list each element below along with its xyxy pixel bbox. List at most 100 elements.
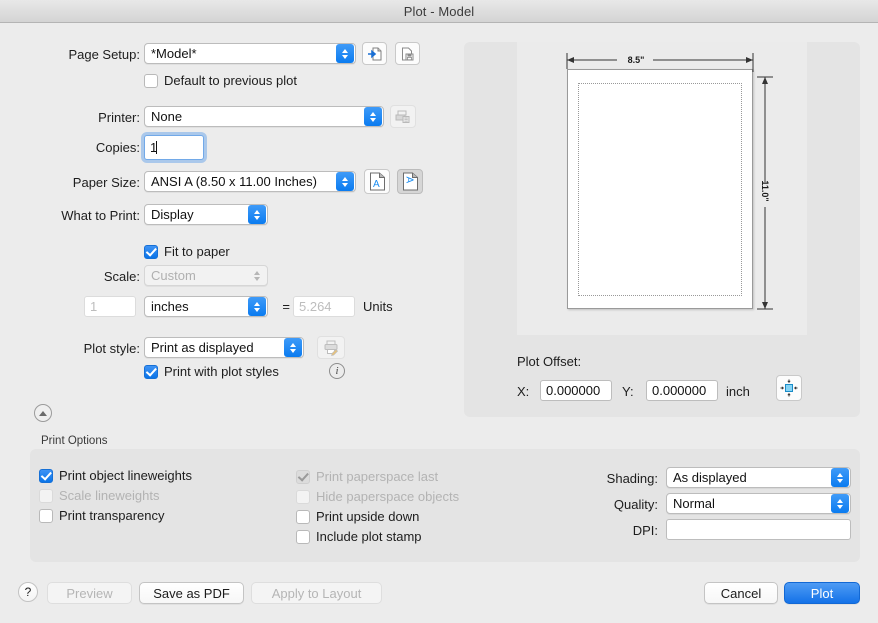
portrait-orientation-button[interactable]: A (364, 169, 390, 194)
paper-size-value: ANSI A (8.50 x 11.00 Inches) (151, 174, 317, 189)
quality-label: Quality: (613, 497, 658, 512)
chevron-updown-icon (336, 44, 354, 63)
cancel-button-label: Cancel (720, 585, 762, 601)
shading-select[interactable]: As displayed (666, 467, 851, 488)
checkbox-box (296, 489, 310, 504)
printer-setup-icon (395, 110, 410, 123)
scale-label: Scale: (103, 269, 140, 284)
edit-plot-style-button (317, 336, 345, 359)
scale-units-label: Units (363, 299, 393, 314)
hide-paperspace-objects-label: Hide paperspace objects (316, 489, 460, 504)
paper-size-label: Paper Size: (72, 175, 140, 190)
collapse-disclosure-button[interactable] (34, 404, 52, 422)
fit-to-paper-checkbox[interactable]: Fit to paper (144, 244, 230, 259)
printer-setup-button (390, 105, 416, 128)
page-setup-value: *Model* (151, 46, 197, 61)
chevron-updown-icon (284, 338, 302, 357)
what-to-print-select[interactable]: Display (144, 204, 268, 225)
edit-plot-style-icon (324, 340, 338, 356)
scale-lineweights-label: Scale lineweights (59, 488, 160, 503)
print-transparency-checkbox[interactable]: Print transparency (39, 508, 165, 523)
portrait-orientation-icon: A (369, 172, 385, 191)
printer-value: None (151, 109, 183, 124)
chevron-updown-icon (248, 297, 266, 316)
cancel-button[interactable]: Cancel (704, 582, 778, 604)
apply-to-layout-label: Apply to Layout (271, 585, 362, 601)
svg-text:A: A (403, 177, 414, 184)
print-object-lineweights-checkbox[interactable]: Print object lineweights (39, 468, 192, 483)
quality-select[interactable]: Normal (666, 493, 851, 514)
scale-equals-label: = (282, 299, 290, 314)
plot-offset-title: Plot Offset: (517, 354, 582, 369)
center-the-plot-button[interactable] (776, 375, 802, 401)
print-with-plot-styles-label: Print with plot styles (164, 364, 279, 379)
save-as-pdf-label: Save as PDF (153, 585, 230, 601)
what-to-print-value: Display (151, 207, 194, 222)
fit-to-paper-label: Fit to paper (164, 244, 230, 259)
preview-panel: 8.5" 11.0" Plot Offset: X: 0.000000 Y: 0… (464, 42, 860, 417)
scale-unit-value: inches (151, 299, 189, 314)
printer-label: Printer: (98, 110, 140, 125)
scale-denominator-value: 5.264 (299, 299, 332, 314)
print-paperspace-last-label: Print paperspace last (316, 469, 439, 484)
what-to-print-label: What to Print: (61, 208, 140, 223)
scale-lineweights-checkbox: Scale lineweights (39, 488, 159, 503)
print-upside-down-label: Print upside down (316, 509, 420, 524)
window-title: Plot - Model (403, 3, 475, 19)
width-dimension-label: 8.5" (627, 55, 645, 65)
paper-preview-area: 8.5" 11.0" (517, 42, 807, 335)
window-titlebar: Plot - Model (0, 0, 878, 23)
checkbox-box (144, 73, 158, 88)
print-with-plot-styles-checkbox[interactable]: Print with plot styles (144, 364, 279, 379)
plot-offset-x-input[interactable]: 0.000000 (540, 380, 612, 401)
plot-style-value: Print as displayed (151, 340, 254, 355)
checkbox-box (296, 529, 310, 544)
default-to-previous-plot-checkbox[interactable]: Default to previous plot (144, 73, 297, 88)
plot-offset-y-value: 0.000000 (652, 383, 707, 398)
printer-select[interactable]: None (144, 106, 384, 127)
print-transparency-label: Print transparency (59, 508, 165, 523)
page-setup-select[interactable]: *Model* (144, 43, 356, 64)
paper-size-select[interactable]: ANSI A (8.50 x 11.00 Inches) (144, 171, 356, 192)
plot-offset-y-input[interactable]: 0.000000 (646, 380, 718, 401)
print-options-title: Print Options (41, 435, 108, 447)
height-dimension-label: 11.0" (760, 180, 770, 202)
text-caret (156, 141, 158, 154)
plot-style-label: Plot style: (83, 341, 140, 356)
checkbox-box (144, 244, 158, 259)
plot-dialog: Plot - Model Page Setup: *Model* Default… (0, 0, 878, 623)
save-page-setup-button[interactable] (395, 42, 420, 65)
dpi-input[interactable] (666, 519, 851, 540)
plot-button[interactable]: Plot (784, 582, 860, 604)
scale-value: Custom (151, 268, 196, 283)
checkbox-box (39, 508, 53, 523)
plot-offset-x-label: X: (517, 384, 530, 399)
scale-unit-select[interactable]: inches (144, 296, 268, 317)
plot-offset-x-value: 0.000000 (546, 383, 601, 398)
default-to-previous-plot-label: Default to previous plot (164, 73, 297, 88)
include-plot-stamp-checkbox[interactable]: Include plot stamp (296, 529, 422, 544)
checkbox-box (296, 469, 310, 484)
landscape-orientation-button[interactable]: A (397, 169, 423, 194)
landscape-orientation-icon: A (402, 172, 418, 191)
scale-numerator-input: 1 (84, 296, 136, 317)
help-icon: ? (24, 585, 32, 599)
shading-label: Shading: (606, 471, 658, 486)
import-page-setup-icon (367, 47, 381, 60)
chevron-updown-icon (831, 468, 849, 487)
preview-button-label: Preview (66, 585, 113, 601)
info-icon[interactable]: i (329, 363, 345, 379)
dpi-label: DPI: (632, 523, 658, 538)
print-upside-down-checkbox[interactable]: Print upside down (296, 509, 419, 524)
plot-style-select[interactable]: Print as displayed (144, 337, 304, 358)
include-plot-stamp-label: Include plot stamp (316, 529, 422, 544)
checkbox-box (144, 364, 158, 379)
help-button[interactable]: ? (18, 582, 38, 602)
checkbox-box (39, 488, 53, 503)
save-as-pdf-button[interactable]: Save as PDF (139, 582, 244, 604)
print-object-lineweights-label: Print object lineweights (59, 468, 192, 483)
shading-value: As displayed (673, 470, 747, 485)
copies-input[interactable]: 1 (144, 135, 204, 160)
import-page-setup-button[interactable] (362, 42, 387, 65)
center-the-plot-icon (780, 379, 798, 397)
